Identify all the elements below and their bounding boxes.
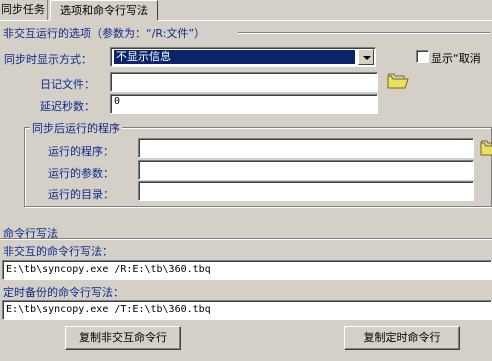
params-label: 运行的参数：: [48, 167, 114, 180]
show-cancel-checkbox[interactable]: [416, 50, 429, 63]
display-mode-label: 同步时显示方式：: [4, 53, 92, 66]
delay-label: 延迟秒数：: [40, 100, 95, 113]
tab-options-cmdline[interactable]: 选项和命令行写法: [50, 0, 158, 21]
scheduled-cmd-field[interactable]: E:\tb\syncopy.exe /T:E:\tb\360.tbq: [2, 300, 492, 320]
post-sync-group-title: 同步后运行的程序: [30, 120, 122, 136]
tab-label: 同步任务: [1, 3, 45, 16]
cmdline-divider: [0, 238, 492, 240]
chevron-down-icon[interactable]: [358, 49, 374, 65]
folder-icon[interactable]: [387, 72, 409, 90]
noninteractive-cmd-label: 非交互的命令行写法：: [3, 245, 113, 258]
copy-noninteractive-button[interactable]: 复制非交互命令行: [65, 326, 181, 350]
delay-input[interactable]: 0: [110, 94, 378, 114]
heading-divider: [238, 32, 490, 34]
copy-scheduled-button[interactable]: 复制定时命令行: [344, 326, 460, 350]
tab-sync-tasks[interactable]: 同步任务: [0, 0, 48, 20]
show-cancel-label: 显示“取消: [431, 52, 481, 65]
dir-label: 运行的目录：: [48, 188, 114, 201]
noninteractive-heading: 非交互运行的选项（参数为：“/R:文件”）: [3, 27, 206, 40]
display-mode-value: 不显示信息: [114, 50, 355, 64]
scheduled-cmd-label: 定时备份的命令行写法：: [3, 286, 124, 299]
active-tab-gap: [50, 20, 158, 21]
program-input[interactable]: [138, 138, 474, 158]
program-label: 运行的程序：: [48, 145, 114, 158]
dir-input[interactable]: [138, 181, 474, 201]
folder-icon[interactable]: [480, 139, 492, 157]
display-mode-select[interactable]: 不显示信息: [110, 47, 376, 67]
params-input[interactable]: [138, 160, 474, 180]
log-file-input[interactable]: [110, 72, 378, 92]
log-file-label: 日记文件：: [40, 78, 95, 91]
noninteractive-cmd-field[interactable]: E:\tb\syncopy.exe /R:E:\tb\360.tbq: [2, 260, 492, 280]
tab-label: 选项和命令行写法: [60, 4, 148, 17]
